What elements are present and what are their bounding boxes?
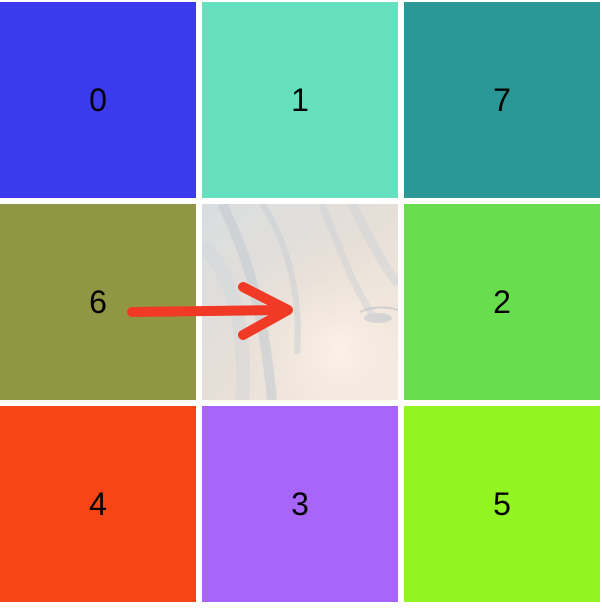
tile-number: 6	[89, 284, 107, 320]
faded-face-photo	[202, 204, 398, 400]
tile-number: 4	[89, 486, 107, 522]
tile-7[interactable]: 7	[404, 2, 600, 198]
tile-number: 5	[493, 486, 511, 522]
puzzle-board: 0 1 7 6 2 4 3 5	[0, 0, 602, 608]
tile-6[interactable]: 6	[0, 204, 196, 400]
empty-cell-image[interactable]	[202, 204, 398, 400]
tile-number: 2	[493, 284, 511, 320]
tile-number: 3	[291, 486, 309, 522]
tile-2[interactable]: 2	[404, 204, 600, 400]
tile-4[interactable]: 4	[0, 406, 196, 602]
tile-1[interactable]: 1	[202, 2, 398, 198]
tile-number: 7	[493, 82, 511, 118]
tile-5[interactable]: 5	[404, 406, 600, 602]
tile-0[interactable]: 0	[0, 2, 196, 198]
tile-3[interactable]: 3	[202, 406, 398, 602]
tile-number: 0	[89, 82, 107, 118]
tile-number: 1	[291, 82, 309, 118]
